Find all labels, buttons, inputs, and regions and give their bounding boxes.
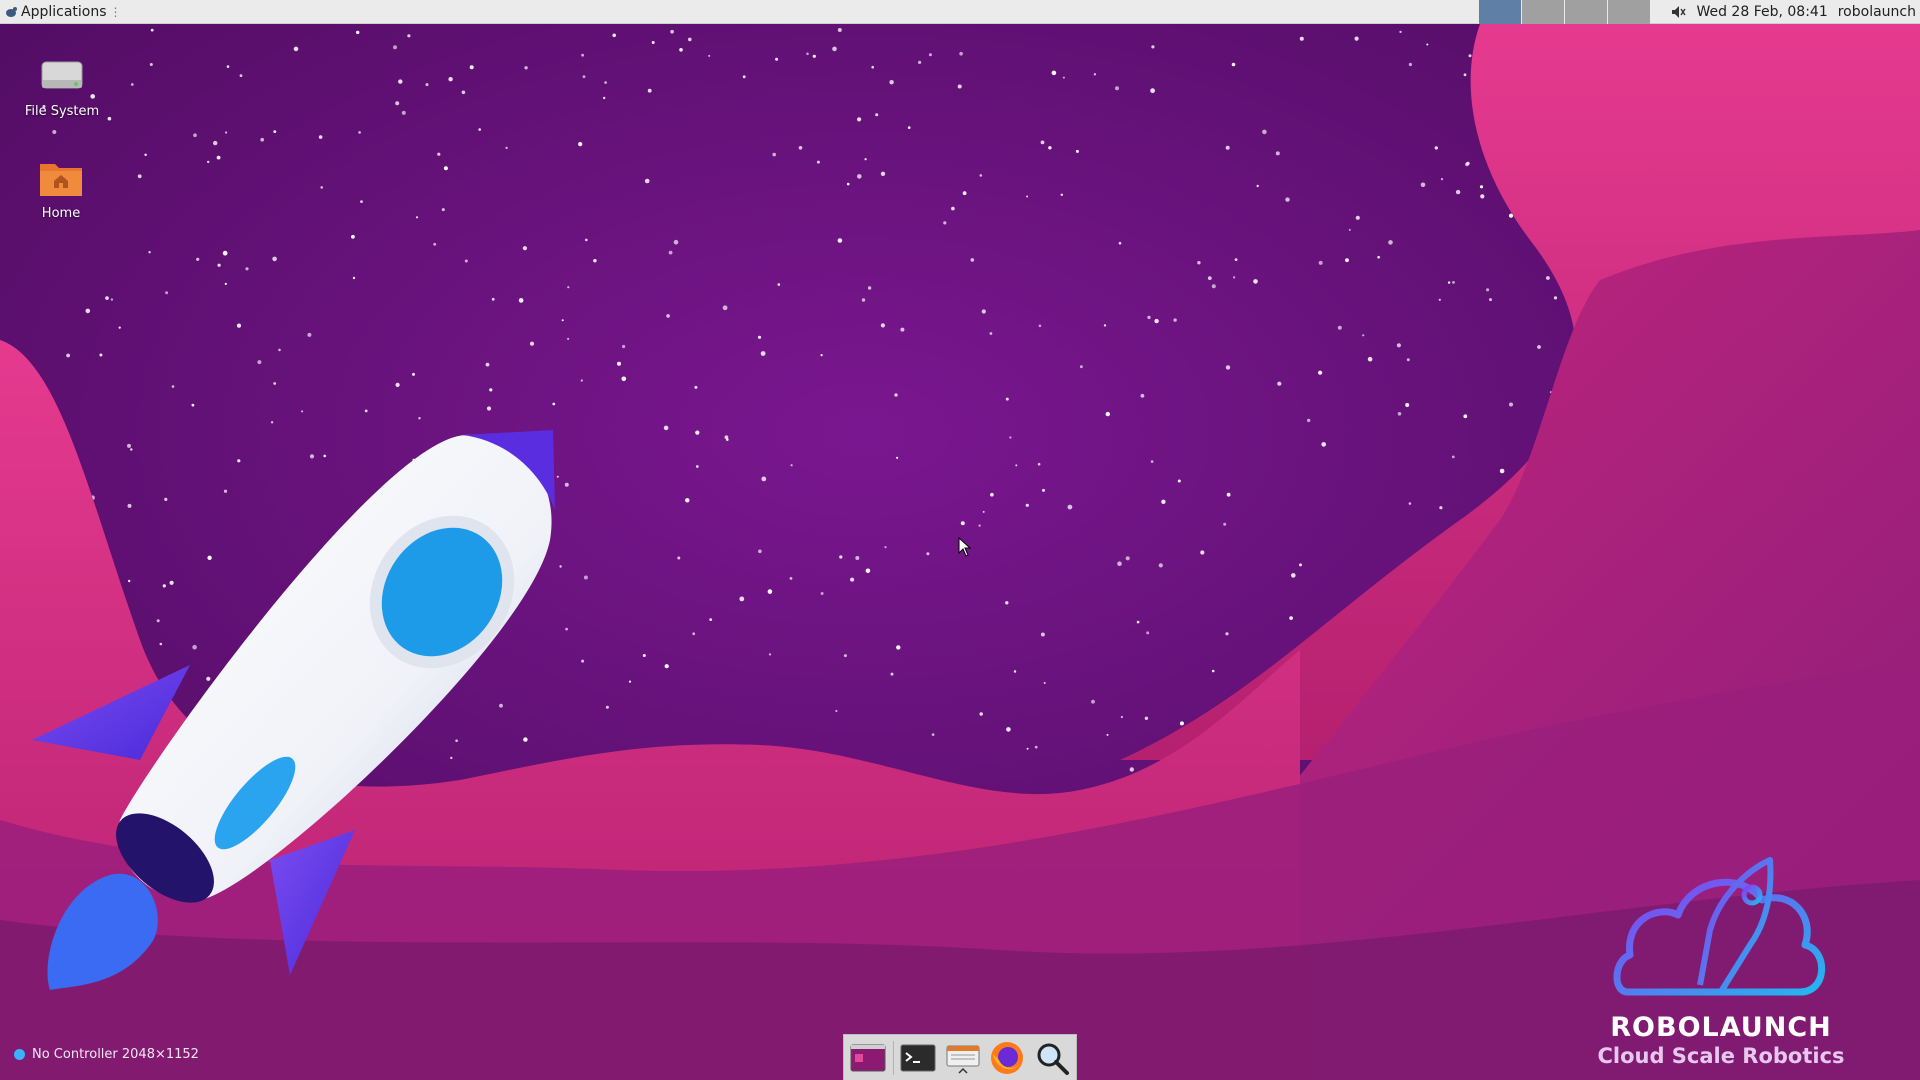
applications-label: Applications <box>21 3 107 20</box>
connection-status: No Controller 2048×1152 <box>14 1047 199 1062</box>
dock-terminal[interactable] <box>898 1038 938 1078</box>
volume-icon[interactable] <box>1666 0 1690 24</box>
panel-clock[interactable]: Wed 28 Feb, 08:41 <box>1696 4 1827 20</box>
mouse-cursor-icon <box>958 537 972 557</box>
drive-icon <box>38 52 86 100</box>
file-manager-icon <box>946 1045 980 1074</box>
brand-tagline: Cloud Scale Robotics <box>1597 1044 1845 1068</box>
workspace-2[interactable] <box>1521 0 1565 24</box>
bottom-dock <box>843 1034 1077 1080</box>
desktop-icon <box>850 1044 886 1071</box>
terminal-icon <box>900 1044 936 1071</box>
workspace-switcher <box>1478 0 1651 24</box>
branding: ROBOLAUNCH Cloud Scale Robotics <box>1596 1012 1846 1068</box>
firefox-icon <box>991 1041 1024 1074</box>
workspace-1[interactable] <box>1478 0 1522 24</box>
xfce-mouse-icon <box>6 6 17 17</box>
dock-firefox[interactable] <box>987 1038 1027 1078</box>
brand-name: ROBOLAUNCH <box>1610 1012 1832 1043</box>
desktop-icon-label: File System <box>24 104 100 119</box>
desktop-icon-file-system[interactable]: File System <box>12 52 112 119</box>
home-folder-icon <box>37 154 85 202</box>
workspace-3[interactable] <box>1564 0 1608 24</box>
dock-show-desktop[interactable] <box>848 1038 888 1078</box>
desktop-icon-label: Home <box>41 206 81 221</box>
dock-file-manager[interactable] <box>943 1038 983 1078</box>
user-menu[interactable]: robolaunch <box>1838 4 1916 20</box>
top-panel: Applications ⋮ Wed 28 Feb, 08:41 robolau… <box>0 0 1920 24</box>
applications-menu[interactable]: Applications ⋮ <box>0 0 126 24</box>
desktop-icon-home[interactable]: Home <box>11 154 111 221</box>
search-icon <box>1037 1043 1069 1075</box>
handle-icon: ⋮ <box>109 4 122 19</box>
workspace-4[interactable] <box>1607 0 1651 24</box>
status-dot <box>14 1049 25 1060</box>
dock-app-finder[interactable] <box>1032 1038 1072 1078</box>
status-text: No Controller 2048×1152 <box>32 1047 199 1062</box>
